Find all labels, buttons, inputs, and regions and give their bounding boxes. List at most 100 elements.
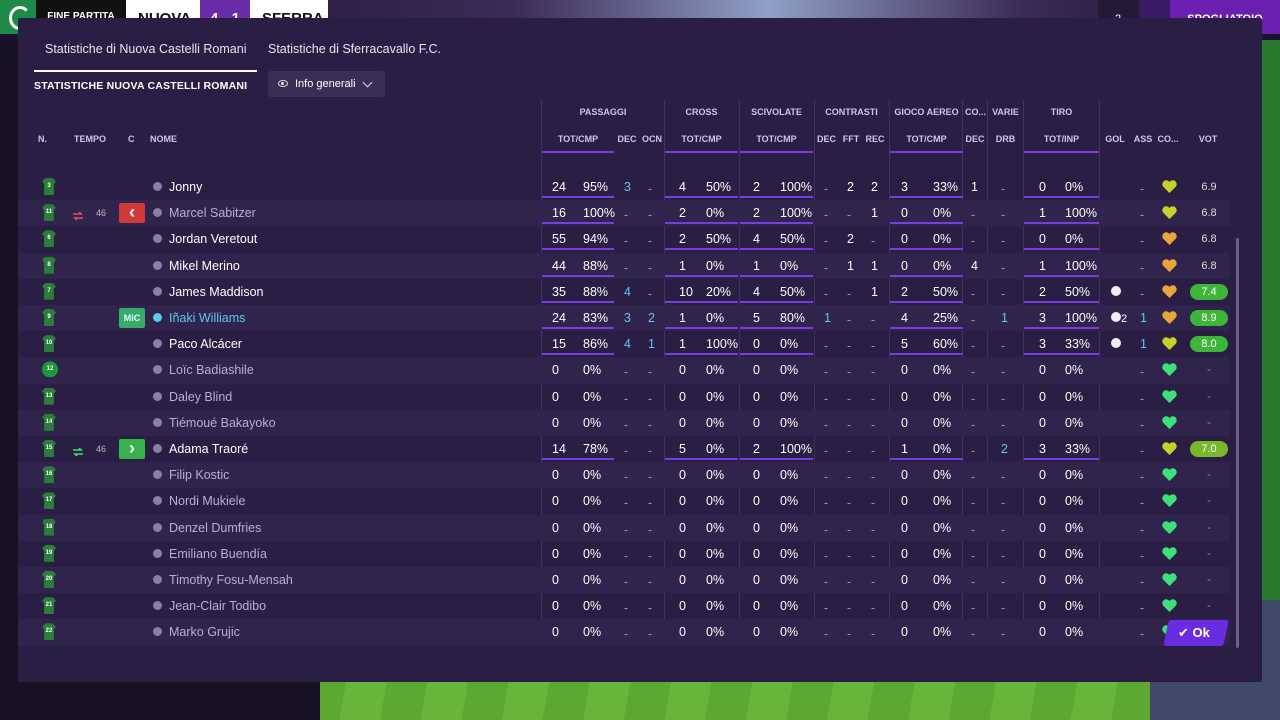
stat-bar — [890, 458, 963, 460]
ok-button-label[interactable]: ✔ Ok — [1178, 625, 1210, 641]
col-header-0[interactable]: TOT/CMP — [542, 134, 614, 144]
table-row[interactable]: 19 Emiliano Buendía 0 0% - - 0 0% 0 0% - - - 0 0% - - 0 0%… — [18, 541, 1230, 567]
group-header-6[interactable]: VARIE — [988, 107, 1023, 117]
player-profile-icon[interactable] — [153, 417, 162, 427]
player-name[interactable]: Denzel Dumfries — [169, 521, 261, 535]
col-header-4[interactable]: TOT/CMP — [740, 134, 813, 144]
player-profile-icon[interactable] — [153, 260, 162, 270]
col-header-6[interactable]: FFT — [839, 134, 863, 144]
col-header-c[interactable]: C — [128, 134, 135, 144]
group-header-3[interactable]: CONTRASTI — [815, 107, 888, 117]
tab-home-stats[interactable]: Statistiche di Nuova Castelli Romani — [45, 42, 246, 56]
player-profile-icon[interactable] — [153, 522, 162, 532]
table-row[interactable]: 14 Tiémoué Bakayoko 0 0% - - 0 0% 0 0% - - - 0 0% - - 0 0%… — [18, 409, 1230, 436]
player-profile-icon[interactable] — [153, 339, 162, 349]
tab-away-stats[interactable]: Statistiche di Sferracavallo F.C. — [268, 42, 441, 56]
player-name[interactable]: Nordi Mukiele — [169, 494, 245, 508]
player-profile-icon[interactable] — [153, 391, 162, 401]
col-header-nome[interactable]: NOME — [150, 134, 177, 144]
col-header-9[interactable]: DEC — [963, 134, 987, 144]
table-row[interactable]: 6 Jordan Veretout 55 94% - -2 50% 4 50% -2-0 0% - -0… — [18, 226, 1230, 252]
table-row[interactable]: 15 46 › Adama Traoré 14 78% - -5 0% 2 100% - - -1 0% -2… — [18, 436, 1230, 462]
shots-total: 0 — [1039, 520, 1046, 535]
group-header-7[interactable]: TIRO — [1024, 107, 1099, 117]
player-profile-icon[interactable] — [153, 208, 162, 218]
player-name[interactable]: Marcel Sabitzer — [169, 206, 256, 220]
col-header-7[interactable]: REC — [863, 134, 887, 144]
table-row[interactable]: 12 Loïc Badiashile 0 0% - - 0 0% 0 0% - - - 0 0% - - 0 0% -… — [18, 357, 1230, 384]
player-profile-icon[interactable] — [153, 496, 162, 506]
player-name[interactable]: James Maddison — [169, 285, 264, 299]
table-row[interactable]: 13 Daley Blind 0 0% - - 0 0% 0 0% - - - 0 0% - - 0 0% - - — [18, 384, 1230, 410]
table-row[interactable]: 9 MiC Iñaki Williams 24 83% 3 2 1 0% 5 80% 1- -4 25% -… — [18, 305, 1230, 332]
table-row[interactable]: 11 46 ‹ Marcel Sabitzer 16 100% - -2 0% 2 100% - -1 0… — [18, 200, 1230, 227]
table-row[interactable]: 21 Jean-Clair Todibo 0 0% - - 0 0% 0 0% - - - 0 0% - - 0 0… — [18, 593, 1230, 619]
player-profile-icon[interactable] — [153, 601, 162, 611]
table-row[interactable]: 10 Paco Alcácer 15 86% 4 1 1 100% 0 0% - - -5 60% - -3 3… — [18, 331, 1230, 357]
cross-pct: 50% — [706, 180, 732, 194]
player-profile-icon[interactable] — [153, 627, 162, 637]
table-row[interactable]: 3 Jonny 24 95% 3-4 50% 2 100% -2 2 3 33% 1-0 0% -6.9 — [18, 174, 1230, 200]
group-header-5[interactable]: CO... — [963, 107, 988, 117]
tackles-pct: 0% — [780, 520, 799, 535]
assists: - — [1140, 575, 1145, 589]
group-header-4[interactable]: GIOCO AEREO — [890, 107, 963, 117]
contests-fft: - — [847, 339, 852, 354]
player-name[interactable]: Daley Blind — [169, 390, 232, 404]
player-name[interactable]: Jordan Veretout — [169, 232, 257, 246]
col-header-1[interactable]: DEC — [615, 134, 639, 144]
player-profile-icon[interactable] — [153, 182, 162, 191]
col-header-10[interactable]: DRB — [988, 134, 1023, 144]
player-name[interactable]: Jean-Clair Todibo — [169, 599, 266, 613]
player-profile-icon[interactable] — [153, 470, 162, 480]
col-header-2[interactable]: OCN — [640, 134, 664, 144]
player-name[interactable]: Filip Kostic — [169, 468, 229, 482]
player-profile-icon[interactable] — [153, 365, 162, 375]
table-row[interactable]: 18 Denzel Dumfries 0 0% - - 0 0% 0 0% - - - 0 0% - - 0 0% -… — [18, 514, 1230, 541]
col-header-8[interactable]: TOT/CMP — [890, 134, 963, 144]
player-name[interactable]: Loïc Badiashile — [169, 363, 254, 377]
tackles-pct: 0% — [780, 363, 799, 378]
table-row[interactable]: 8 Mikel Merino 44 88% - -1 0% 1 0% -1 1 0 0% 4-1 100% -… — [18, 252, 1230, 279]
player-name[interactable]: Jonny — [169, 180, 202, 194]
player-name[interactable]: Emiliano Buendía — [169, 547, 267, 561]
player-profile-icon[interactable] — [153, 286, 162, 296]
col-header-11[interactable]: TOT/INP — [1024, 134, 1099, 144]
position-badge: MiC — [119, 308, 145, 328]
scrollbar[interactable] — [1236, 238, 1239, 648]
group-header-0[interactable]: PASSAGGI — [542, 107, 664, 117]
player-name[interactable]: Iñaki Williams — [169, 311, 245, 325]
table-row[interactable]: 17 Nordi Mukiele 0 0% - - 0 0% 0 0% - - - 0 0% - - 0 0% - - — [18, 488, 1230, 514]
player-profile-icon[interactable] — [153, 313, 162, 322]
group-header-2[interactable]: SCIVOLATE — [740, 107, 813, 117]
stat-bar — [542, 248, 614, 251]
col-header-12[interactable]: GOL — [1102, 134, 1128, 144]
group-header-1[interactable]: CROSS — [665, 107, 738, 117]
view-dropdown[interactable]: Info generali — [268, 71, 385, 97]
player-profile-icon[interactable] — [153, 548, 162, 558]
col-header-n[interactable]: N. — [38, 134, 47, 144]
col-header-15[interactable]: VOT — [1190, 134, 1226, 144]
table-row[interactable]: 20 Timothy Fosu-Mensah 0 0% - - 0 0% 0 0% - - - 0 0% - -… — [18, 567, 1230, 594]
col-header-14[interactable]: CO... — [1155, 134, 1181, 144]
table-row[interactable]: 16 Filip Kostic 0 0% - - 0 0% 0 0% - - - 0 0% - - 0 0% - - — [18, 462, 1230, 489]
table-row[interactable]: 7 James Maddison 35 88% 4-10 20% 4 50% - -1 2 50% - -… — [18, 279, 1230, 305]
player-name[interactable]: Tiémoué Bakayoko — [169, 416, 276, 430]
player-name[interactable]: Adama Traoré — [169, 442, 248, 456]
col-header-13[interactable]: ASS — [1130, 134, 1156, 144]
condition-heart-icon — [1162, 599, 1177, 613]
player-name[interactable]: Marko Grujic — [169, 625, 240, 639]
col-header-tempo[interactable]: TEMPO — [74, 134, 106, 144]
table-row[interactable]: 22Marko Grujic00%--00%00%---00%--00%-- — [18, 619, 1230, 646]
cross-pct: 0% — [706, 311, 725, 325]
col-header-5[interactable]: DEC — [815, 134, 838, 144]
player-profile-icon[interactable] — [153, 234, 162, 244]
player-name[interactable]: Timothy Fosu-Mensah — [169, 573, 293, 587]
player-profile-icon[interactable] — [153, 444, 162, 453]
cross-pct: 0% — [706, 389, 725, 404]
player-profile-icon[interactable] — [153, 575, 162, 584]
player-name[interactable]: Mikel Merino — [169, 259, 240, 273]
player-name[interactable]: Paco Alcácer — [169, 337, 242, 351]
shots-pct: 0% — [1065, 232, 1084, 247]
col-header-3[interactable]: TOT/CMP — [665, 134, 738, 144]
